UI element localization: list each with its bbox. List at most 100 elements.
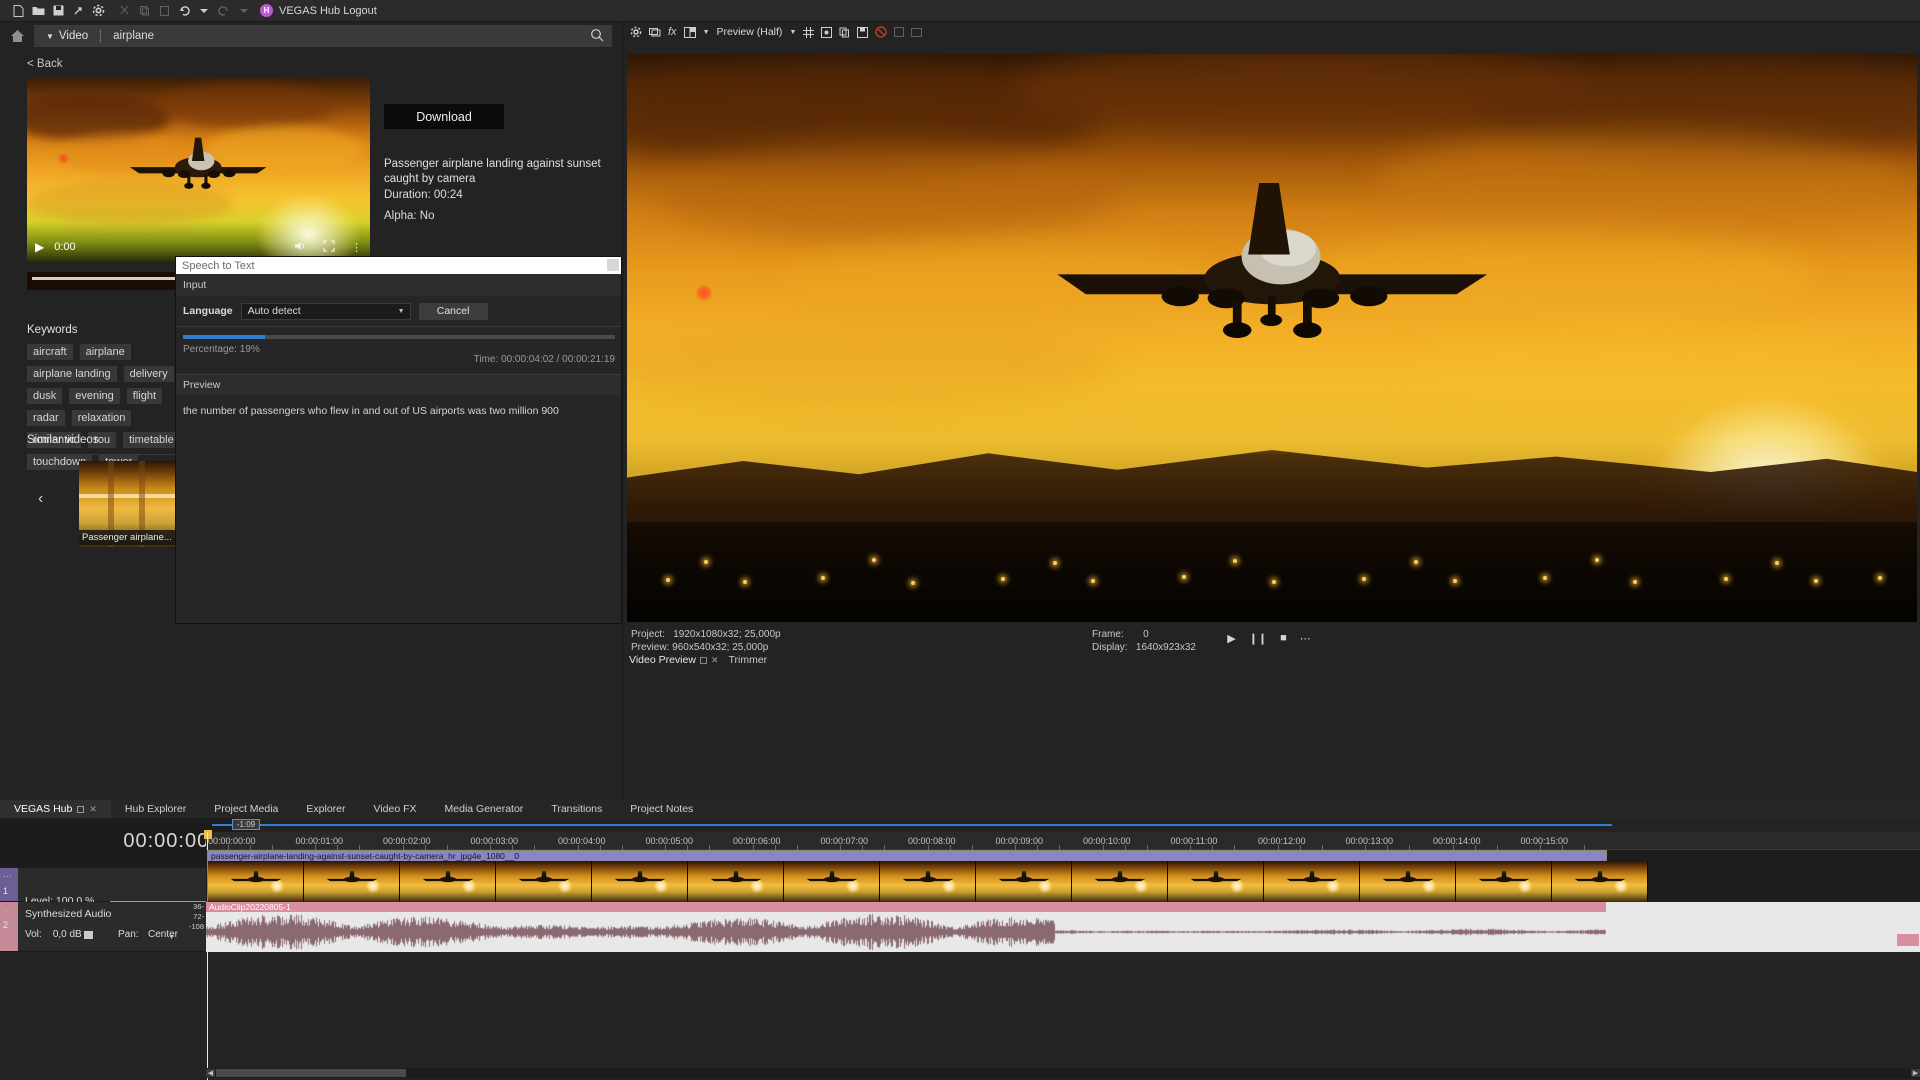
dialog-title-bar[interactable]: Speech to Text — [176, 257, 621, 274]
audio-scale-labels: 36- 72- -108 — [188, 902, 206, 952]
hub-search-bar: ▼ Video airplane — [0, 22, 622, 50]
volume-icon[interactable] — [294, 240, 307, 255]
new-file-icon[interactable] — [8, 2, 28, 20]
overlay-icon[interactable] — [821, 26, 833, 38]
track-color-strip: ⋯ 2 — [0, 902, 18, 951]
timeline-video-track[interactable]: passenger-airplane-landing-against-sunse… — [206, 850, 1920, 902]
video-clip[interactable]: passenger-airplane-landing-against-sunse… — [207, 850, 1648, 902]
tab-float-icon[interactable] — [699, 656, 707, 664]
timeline-audio-track[interactable]: AudioClip20220805-1 — [206, 902, 1920, 952]
fx-icon[interactable]: fx — [668, 26, 677, 38]
horizon-hills — [627, 450, 1917, 527]
category-caret-icon[interactable]: ▼ — [46, 32, 54, 41]
save-snapshot-icon[interactable] — [857, 26, 869, 38]
scroll-left-icon[interactable]: ◀ — [206, 1069, 215, 1077]
home-icon[interactable] — [0, 29, 34, 43]
keyword-tag[interactable]: timetable — [123, 432, 180, 448]
keyword-tag[interactable]: radar — [27, 410, 65, 426]
pan-label: Pan: — [118, 929, 139, 940]
split-screen-icon[interactable] — [683, 26, 696, 38]
track-menu-icon[interactable]: ⋯ — [3, 871, 13, 882]
more-vertical-icon[interactable]: ⋮ — [351, 241, 362, 254]
tab-float-icon[interactable] — [77, 805, 85, 813]
category-label[interactable]: Video — [59, 30, 88, 42]
ruler-tick-label: 00:00:10:00 — [1083, 836, 1131, 846]
keyword-tag[interactable]: evening — [69, 388, 120, 404]
timeline-horizontal-scrollbar[interactable]: ◀ ▶ — [206, 1068, 1920, 1078]
preview-mode-label[interactable]: Preview (Half) — [717, 26, 783, 38]
search-query-text[interactable]: airplane — [113, 30, 154, 42]
tab-trimmer[interactable]: Trimmer — [728, 654, 767, 666]
play-icon[interactable]: ▶ — [1227, 632, 1235, 645]
download-button[interactable]: Download — [384, 104, 504, 129]
bypass-icon[interactable] — [875, 26, 888, 38]
gear-icon[interactable] — [630, 26, 642, 38]
back-link[interactable]: < Back — [27, 58, 62, 70]
chevron-left-icon[interactable]: ‹ — [38, 490, 43, 508]
grid-icon[interactable] — [803, 26, 815, 38]
keyword-tag[interactable]: dusk — [27, 388, 63, 404]
dock-tab-explorer[interactable]: Explorer — [292, 800, 359, 818]
preview-video-frame[interactable] — [627, 54, 1917, 622]
dock-tab-media-generator[interactable]: Media Generator — [431, 800, 538, 818]
preview-mode-caret2-icon[interactable]: ▼ — [789, 29, 796, 36]
dock-tab-transitions[interactable]: Transitions — [537, 800, 616, 818]
scrollbar-thumb[interactable] — [216, 1069, 406, 1077]
keyword-tag[interactable]: flight — [126, 388, 163, 404]
timeline-cursor-head[interactable] — [204, 830, 212, 839]
cancel-button[interactable]: Cancel — [418, 302, 488, 320]
keyword-tag[interactable]: airplane landing — [27, 366, 117, 382]
frame-label: Frame: — [1092, 629, 1124, 640]
search-icon[interactable] — [590, 28, 604, 47]
tab-label: Trimmer — [728, 654, 768, 666]
pause-icon[interactable]: ❙❙ — [1249, 632, 1267, 645]
track-menu-icon[interactable]: ⋯ — [3, 905, 13, 916]
volume-knob[interactable] — [84, 931, 93, 939]
more-icon[interactable]: ⋯ — [1300, 632, 1311, 645]
timeline: 00:00:00:00 ⋯ 1 M S Level: 100,0 % ⋯ — [0, 818, 1920, 1080]
hub-logout-label[interactable]: VEGAS Hub Logout — [279, 5, 377, 17]
keywords-list: aircraft airplane airplane landing deliv… — [27, 344, 187, 470]
dock-tab-project-media[interactable]: Project Media — [200, 800, 292, 818]
scroll-right-icon[interactable]: ▶ — [1911, 1069, 1920, 1077]
dialog-resize-gripper[interactable] — [607, 259, 619, 271]
preview-mode-caret-icon[interactable]: ▼ — [703, 29, 710, 36]
stop-icon[interactable]: ■ — [1280, 632, 1287, 644]
dock-tab-video-fx[interactable]: Video FX — [360, 800, 431, 818]
dock-tab-vegas-hub[interactable]: VEGAS Hub ✕ — [0, 800, 111, 818]
project-value: 1920x1080x32; 25,000p — [673, 629, 781, 640]
timeline-zoom-indicator[interactable]: -1:09 — [232, 819, 260, 830]
keyword-tag[interactable]: relaxation — [71, 410, 132, 426]
hub-search-field[interactable]: ▼ Video airplane — [34, 25, 612, 47]
fullscreen-icon[interactable] — [323, 239, 335, 255]
keyword-tag[interactable]: delivery — [123, 366, 174, 382]
tab-video-preview[interactable]: Video Preview ✕ — [629, 654, 718, 666]
video-duration: Duration: 00:24 — [384, 189, 463, 201]
open-folder-icon[interactable] — [28, 2, 48, 20]
video-preview-thumbnail[interactable]: ▶ 0:00 ⋮ — [27, 78, 370, 262]
language-select[interactable]: Auto detect ▼ — [240, 302, 411, 320]
pan-caret-icon[interactable]: ▼ — [168, 934, 175, 941]
dock-tab-hub-explorer[interactable]: Hub Explorer — [111, 800, 200, 818]
keyword-tag[interactable]: aircraft — [27, 344, 73, 360]
external-monitor-icon[interactable] — [649, 27, 661, 38]
undo-icon[interactable] — [174, 2, 194, 20]
close-icon[interactable]: ✕ — [89, 804, 97, 815]
scale-108: -108 — [188, 922, 204, 931]
undo-dropdown-icon[interactable] — [194, 2, 214, 20]
close-icon[interactable]: ✕ — [711, 655, 719, 666]
copy-snapshot-icon[interactable] — [839, 27, 850, 38]
timeline-scroll-range[interactable] — [212, 824, 1612, 826]
ruler-tick-label: 00:00:01:00 — [295, 836, 344, 846]
play-icon[interactable]: ▶ — [35, 240, 44, 254]
audio-clip-controls[interactable] — [1897, 934, 1919, 946]
render-as-icon[interactable] — [68, 2, 88, 20]
timeline-ruler[interactable]: 00:00:00:00 00:00:01:00 00:00:02:00 00:00:0… — [206, 832, 1920, 850]
tab-label: Video Preview — [629, 654, 696, 666]
volume-value[interactable]: 0,0 dB — [53, 929, 82, 940]
keyword-tag[interactable]: airplane — [79, 344, 131, 360]
timeline-top-scroll[interactable]: -1:09 — [206, 818, 1920, 832]
save-icon[interactable] — [48, 2, 68, 20]
properties-icon[interactable] — [88, 2, 108, 20]
dock-tab-project-notes[interactable]: Project Notes — [616, 800, 707, 818]
